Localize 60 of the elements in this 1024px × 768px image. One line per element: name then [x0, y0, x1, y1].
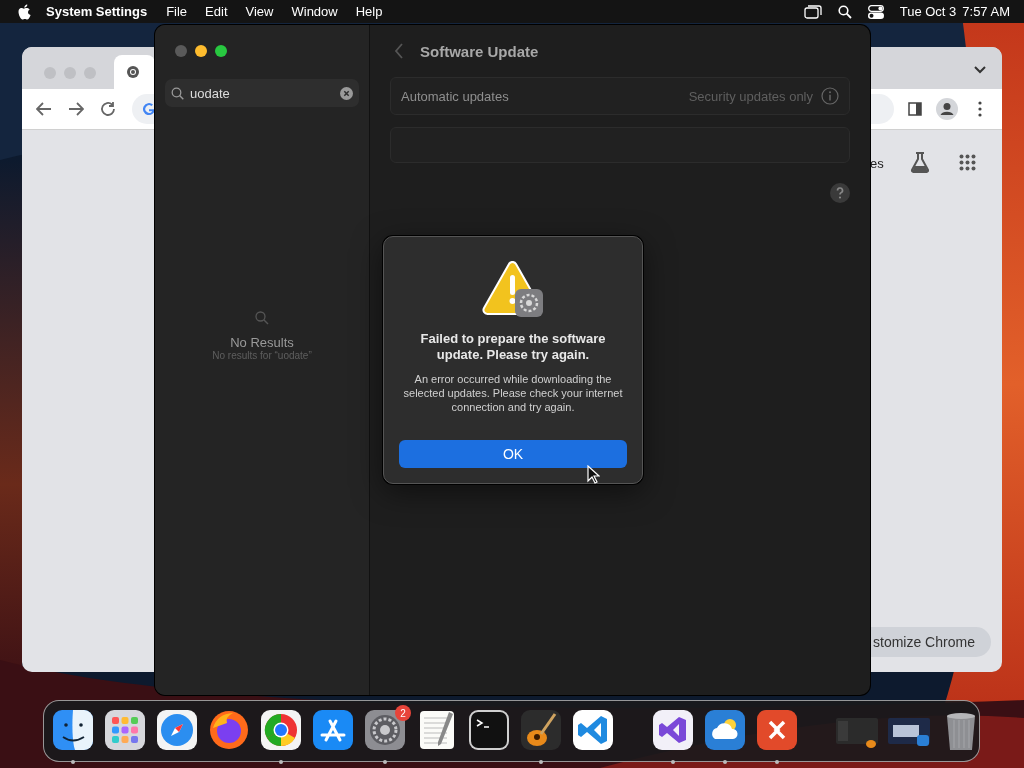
search-icon[interactable] — [837, 4, 852, 19]
clock-time[interactable]: 7:57 AM — [962, 4, 1010, 19]
ring-logo-icon[interactable] — [259, 708, 303, 752]
gear-icon[interactable] — [363, 708, 407, 752]
alert-title: Failed to prepare the software update. Please try again. — [419, 331, 607, 363]
notification-badge: 2 — [395, 705, 411, 721]
forward-icon[interactable] — [68, 102, 84, 116]
profile-icon[interactable] — [936, 98, 958, 120]
search-field[interactable]: uodate — [165, 79, 359, 107]
menu-item[interactable]: Window — [282, 4, 347, 19]
browser-tab[interactable] — [114, 55, 155, 89]
menu-item[interactable]: Help — [346, 4, 392, 19]
cursor-icon — [587, 465, 600, 484]
customize-button[interactable]: stomize Chrome — [870, 627, 991, 657]
reload-icon[interactable] — [100, 101, 116, 117]
search-icon — [255, 311, 269, 325]
remote-desktop-icon[interactable] — [755, 708, 799, 752]
warning-gear-icon — [482, 261, 544, 317]
flask-icon[interactable] — [909, 151, 931, 173]
help-icon[interactable] — [830, 183, 850, 203]
infinity-logo-icon[interactable] — [651, 708, 695, 752]
side-panel-icon[interactable] — [908, 102, 922, 116]
globe-icon[interactable] — [207, 708, 251, 752]
menu-item[interactable]: Edit — [196, 4, 237, 19]
minimize-button[interactable] — [195, 45, 207, 57]
back-icon[interactable] — [36, 102, 52, 116]
alert-message: An error occurred while downloading the selected updates. Please check your internet connection and try again. — [402, 372, 624, 414]
row-label: Automatic updates — [401, 88, 509, 104]
windows-icon[interactable] — [803, 4, 822, 19]
app-store-icon[interactable] — [311, 708, 355, 752]
clock-date[interactable]: Tue Oct 3 — [899, 4, 957, 19]
terminal-icon[interactable] — [467, 708, 511, 752]
chevron-down-icon[interactable] — [974, 66, 986, 74]
menu-item[interactable]: View — [236, 4, 283, 19]
menu-item[interactable]: File — [157, 4, 197, 19]
ok-button[interactable]: OK — [399, 440, 627, 468]
smiling-face-icon[interactable] — [51, 708, 95, 752]
address-bar[interactable] — [132, 94, 155, 124]
control-center-icon[interactable] — [867, 4, 884, 19]
apps-grid-icon[interactable] — [959, 154, 976, 171]
settings-row[interactable]: Automatic updates Security updates only — [390, 77, 850, 115]
address-bar[interactable] — [870, 94, 894, 124]
cloud-icon[interactable] — [703, 708, 747, 752]
app-grid-icon[interactable] — [103, 708, 147, 752]
guitar-icon[interactable] — [519, 708, 563, 752]
code-editor-icon[interactable] — [571, 708, 615, 752]
zoom-button[interactable] — [215, 45, 227, 57]
page-title: Software Update — [420, 42, 539, 60]
clear-icon[interactable] — [340, 86, 353, 100]
empty-state-title: No Results — [230, 335, 294, 350]
row-value: Security updates only — [688, 88, 813, 104]
ring-logo-icon — [126, 65, 140, 79]
compass-icon[interactable] — [155, 708, 199, 752]
search-icon — [171, 86, 184, 100]
apple-logo-icon[interactable] — [18, 3, 32, 20]
info-icon[interactable] — [821, 87, 839, 105]
more-options-icon[interactable] — [978, 101, 982, 117]
g-logo-icon — [142, 102, 155, 116]
app-menu[interactable]: System Settings — [32, 4, 158, 19]
link-text[interactable]: es — [870, 156, 884, 171]
